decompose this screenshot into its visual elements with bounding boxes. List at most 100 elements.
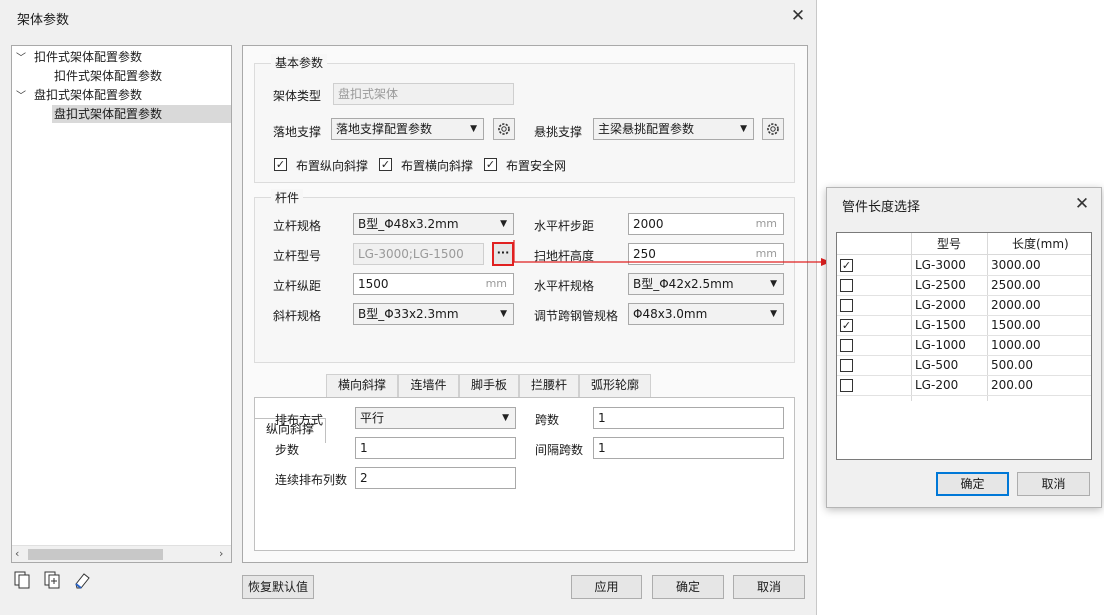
select-value: Φ48x3.0mm [633,307,708,321]
restore-defaults-button[interactable]: 恢复默认值 [242,575,314,599]
tree-item-disc[interactable]: ﹀ 盘扣式架体配置参数 [14,86,142,104]
row-model: LG-3000 [915,258,966,272]
steps-input[interactable]: 1 [355,437,516,459]
pole-model-label: 立杆型号 [273,249,322,263]
duplicate-icon[interactable] [42,570,62,590]
row-length: 1000.00 [991,338,1041,352]
row-checkbox[interactable] [840,379,853,392]
cantilever-select[interactable]: 主梁悬挑配置参数 ▼ [593,118,754,140]
select-value: B型_Φ42x2.5mm [633,277,734,291]
tree-scrollbar[interactable]: ‹ › [12,545,231,562]
hspec-select[interactable]: B型_Φ42x2.5mm ▼ [628,273,784,295]
ok-button[interactable]: 确定 [652,575,724,599]
tree-item-fastener[interactable]: ﹀ 扣件式架体配置参数 [14,48,142,66]
row-length: 3000.00 [991,258,1041,272]
tree-item-disc-params[interactable]: 盘扣式架体配置参数 [52,105,231,123]
table-row[interactable]: LG-2500 2500.00 [837,276,1091,296]
dialog-cancel-button[interactable]: 取消 [1017,472,1090,496]
table-row[interactable]: ✓ LG-1500 1500.00 [837,316,1091,336]
span-input[interactable]: 1 [593,407,784,429]
tree-item-label: 扣件式架体配置参数 [34,50,143,64]
pole-spacing-input[interactable]: 1500 mm [353,273,514,295]
pole-model-field: LG-3000;LG-1500 [353,243,484,265]
config-tree: ﹀ 扣件式架体配置参数 扣件式架体配置参数 ﹀ 盘扣式架体配置参数 盘扣式架体配置参… [11,45,232,563]
param-panel: 基本参数 架体类型 盘扣式架体 落地支撑 落地支撑配置参数 ▼ 悬挑支撑 主梁悬挑… [242,45,808,563]
group-title: 杆件 [271,189,304,206]
row-checkbox[interactable] [840,339,853,352]
table-row[interactable]: LG-200 200.00 [837,376,1091,396]
table-row[interactable]: LG-1000 1000.00 [837,336,1091,356]
tree-item-fastener-params[interactable]: 扣件式架体配置参数 [54,67,162,85]
select-value: B型_Φ48x3.2mm [358,217,459,231]
pole-model-browse-button[interactable]: ··· [492,242,514,266]
tab-wall-tie[interactable]: 连墙件 [398,374,459,397]
row-checkbox[interactable] [840,359,853,372]
eraser-icon[interactable] [72,570,92,590]
row-model: LG-1000 [915,338,966,352]
row-checkbox[interactable] [840,299,853,312]
cols-input[interactable]: 2 [355,467,516,489]
check-longitudinal-brace[interactable]: ✓ [274,158,287,171]
check-safety-net[interactable]: ✓ [484,158,497,171]
dropdown-arrow-icon: ▼ [500,309,507,319]
cols-label: 连续排布列数 [275,473,348,487]
tab-transverse-brace[interactable]: 横向斜撑 [326,374,398,397]
chevron-down-icon[interactable]: ﹀ [14,88,28,106]
group-title: 基本参数 [271,54,328,71]
adjust-label: 调节跨钢管规格 [534,309,619,323]
tab-waist-rail[interactable]: 拦腰杆 [519,374,579,397]
table-row[interactable]: ✓ LG-3000 3000.00 [837,256,1091,276]
scroll-thumb[interactable] [28,549,163,560]
check-label: 布置安全网 [506,159,567,173]
chevron-down-icon[interactable]: ﹀ [14,50,28,68]
pole-spec-label: 立杆规格 [273,219,322,233]
table-row[interactable]: LG-500 500.00 [837,356,1091,376]
unit-label: mm [755,217,777,230]
scroll-right-icon[interactable]: › [219,547,223,560]
dialog-title: 管件长度选择 [842,200,921,215]
close-icon[interactable]: ✕ [1070,194,1094,216]
dropdown-arrow-icon: ▼ [502,413,509,423]
steps-label: 步数 [275,443,300,457]
callout-arrow [513,240,831,266]
ground-support-settings-button[interactable] [493,118,515,140]
table-row[interactable]: LG-2000 2000.00 [837,296,1091,316]
dropdown-arrow-icon: ▼ [770,309,777,319]
tab-arc-outline[interactable]: 弧形轮廓 [579,374,651,397]
cantilever-settings-button[interactable] [762,118,784,140]
select-value: 落地支撑配置参数 [336,122,433,136]
dropdown-arrow-icon: ▼ [470,124,477,134]
gear-icon [498,123,510,135]
check-transverse-brace[interactable]: ✓ [379,158,392,171]
close-icon[interactable]: ✕ [786,6,810,28]
layout-label: 排布方式 [275,413,324,427]
row-checkbox[interactable]: ✓ [840,259,853,272]
row-model: LG-1500 [915,318,966,332]
pipe-length-dialog: 管件长度选择 ✕ 型号 长度(mm) ✓ LG-3000 3000.00 LG-… [826,187,1102,508]
select-value: B型_Φ33x2.3mm [358,307,459,321]
tab-scaffold-board[interactable]: 脚手板 [459,374,519,397]
layout-select[interactable]: 平行 ▼ [355,407,516,429]
cancel-button[interactable]: 取消 [733,575,805,599]
scroll-left-icon[interactable]: ‹ [15,547,19,560]
row-checkbox[interactable]: ✓ [840,319,853,332]
pipe-grid: 型号 长度(mm) ✓ LG-3000 3000.00 LG-2500 2500… [836,232,1092,460]
row-length: 2000.00 [991,298,1041,312]
tree-item-label: 盘扣式架体配置参数 [34,88,143,102]
select-value: 主梁悬挑配置参数 [598,122,695,136]
diag-spec-select[interactable]: B型_Φ33x2.3mm ▼ [353,303,514,325]
select-value: 平行 [360,411,385,425]
gap-input[interactable]: 1 [593,437,784,459]
tree-item-label: 扣件式架体配置参数 [54,69,163,83]
apply-button[interactable]: 应用 [571,575,642,599]
row-length: 500.00 [991,358,1033,372]
row-checkbox[interactable] [840,279,853,292]
dialog-ok-button[interactable]: 确定 [936,472,1009,496]
ground-support-select[interactable]: 落地支撑配置参数 ▼ [331,118,484,140]
diag-spec-label: 斜杆规格 [273,309,322,323]
adjust-select[interactable]: Φ48x3.0mm ▼ [628,303,784,325]
pole-spec-select[interactable]: B型_Φ48x3.2mm ▼ [353,213,514,235]
copy-icon[interactable] [12,570,32,590]
cantilever-label: 悬挑支撑 [534,125,583,139]
hstep-input[interactable]: 2000 mm [628,213,784,235]
